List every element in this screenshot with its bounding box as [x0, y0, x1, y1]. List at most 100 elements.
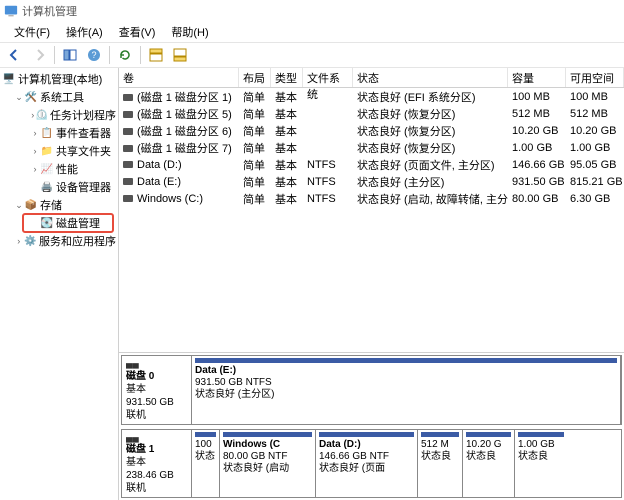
- disk-small-icon: [123, 178, 133, 185]
- tree-perf[interactable]: ›📈性能: [0, 160, 118, 178]
- volume-row[interactable]: (磁盘 1 磁盘分区 6)简单基本状态良好 (恢复分区)10.20 GB10.2…: [119, 122, 624, 139]
- disk-small-icon: [123, 128, 133, 135]
- part-size: 931.50 GB NTFS: [195, 377, 272, 388]
- content-pane: 卷 布局 类型 文件系统 状态 容量 可用空间 (磁盘 1 磁盘分区 1)简单基…: [119, 68, 624, 500]
- disk-1-part-4[interactable]: 10.20 G状态良: [463, 430, 515, 498]
- disk-1-part-3[interactable]: 512 M状态良: [418, 430, 463, 498]
- view-bottom-button[interactable]: [169, 44, 191, 66]
- disk-1-size: 238.46 GB: [126, 470, 174, 481]
- disk-0-row[interactable]: ▄▄ 磁盘 0 基本 931.50 GB 联机 Data (E:) 931.50…: [121, 355, 622, 425]
- disk-0-type: 基本: [126, 384, 146, 395]
- disk-0-status: 联机: [126, 410, 146, 421]
- expand-icon[interactable]: ›: [30, 128, 40, 138]
- disk-small-icon: [123, 195, 133, 202]
- disk-icon: ▄▄: [126, 432, 187, 444]
- volume-row[interactable]: Data (D:)简单基本NTFS状态良好 (页面文件, 主分区)146.66 …: [119, 156, 624, 173]
- svg-text:?: ?: [91, 50, 96, 60]
- col-capacity[interactable]: 容量: [508, 68, 566, 87]
- col-status[interactable]: 状态: [353, 68, 508, 87]
- part-size: 1.00 GB: [518, 439, 555, 450]
- disk-icon: 💽: [40, 216, 54, 230]
- expand-icon[interactable]: ›: [14, 236, 24, 246]
- help-button[interactable]: ?: [83, 44, 105, 66]
- show-hide-tree-button[interactable]: [59, 44, 81, 66]
- tree-systools-label: 系统工具: [40, 89, 84, 105]
- menu-action[interactable]: 操作(A): [58, 22, 111, 42]
- volume-list: 卷 布局 类型 文件系统 状态 容量 可用空间 (磁盘 1 磁盘分区 1)简单基…: [119, 68, 624, 353]
- tree-root[interactable]: 🖥️计算机管理(本地): [0, 70, 118, 88]
- tree-perf-label: 性能: [56, 161, 78, 177]
- col-type[interactable]: 类型: [271, 68, 303, 87]
- expand-icon[interactable]: ⌄: [14, 92, 24, 103]
- disk-small-icon: [123, 145, 133, 152]
- expand-icon[interactable]: ⌄: [14, 200, 24, 211]
- part-status: 状态良: [466, 451, 496, 462]
- disk-icon: ▄▄: [126, 358, 187, 370]
- tree-eventviewer[interactable]: ›📋事件查看器: [0, 124, 118, 142]
- volume-row[interactable]: (磁盘 1 磁盘分区 7)简单基本状态良好 (恢复分区)1.00 GB1.00 …: [119, 139, 624, 156]
- disk-0-name: 磁盘 0: [126, 371, 154, 382]
- menu-view[interactable]: 查看(V): [111, 22, 164, 42]
- volume-row[interactable]: (磁盘 1 磁盘分区 1)简单基本状态良好 (EFI 系统分区)100 MB10…: [119, 88, 624, 105]
- part-status: 状态: [195, 451, 215, 462]
- window-title: 计算机管理: [22, 3, 77, 19]
- tree-services[interactable]: ›⚙️服务和应用程序: [0, 232, 118, 250]
- tree-scheduler[interactable]: ›⏲️任务计划程序: [0, 106, 118, 124]
- tree-scheduler-label: 任务计划程序: [50, 107, 116, 123]
- menu-help[interactable]: 帮助(H): [163, 22, 216, 42]
- refresh-button[interactable]: [114, 44, 136, 66]
- expand-icon[interactable]: ›: [30, 164, 40, 174]
- titlebar: 计算机管理: [0, 0, 624, 22]
- part-size: 80.00 GB NTF: [223, 451, 287, 462]
- volume-header: 卷 布局 类型 文件系统 状态 容量 可用空间: [119, 68, 624, 88]
- disk-1-part-1[interactable]: Windows (C80.00 GB NTF状态良好 (启动: [220, 430, 316, 498]
- tree-storage[interactable]: ⌄📦存储: [0, 196, 118, 214]
- part-size: 100: [195, 439, 212, 450]
- disk-small-icon: [123, 111, 133, 118]
- menu-file[interactable]: 文件(F): [6, 22, 58, 42]
- col-filesystem[interactable]: 文件系统: [303, 68, 353, 87]
- part-status: 状态良好 (主分区): [195, 389, 274, 400]
- part-status: 状态良好 (启动: [223, 463, 289, 474]
- tree-shared[interactable]: ›📁共享文件夹: [0, 142, 118, 160]
- disk-0-size: 931.50 GB: [126, 397, 174, 408]
- part-size: 512 M: [421, 439, 449, 450]
- part-status: 状态良好 (页面: [319, 463, 385, 474]
- part-size: 146.66 GB NTF: [319, 451, 389, 462]
- disk-1-part-5[interactable]: 1.00 GB状态良: [515, 430, 567, 498]
- disk-1-status: 联机: [126, 483, 146, 494]
- tree-diskmgmt[interactable]: 💽磁盘管理: [0, 214, 118, 232]
- tree-storage-label: 存储: [40, 197, 62, 213]
- back-button[interactable]: [4, 44, 26, 66]
- expand-icon[interactable]: ›: [30, 146, 40, 156]
- col-volume[interactable]: 卷: [119, 68, 239, 87]
- disk-1-row[interactable]: ▄▄ 磁盘 1 基本 238.46 GB 联机 100状态 Windows (C…: [121, 429, 622, 499]
- disk-1-part-0[interactable]: 100状态: [192, 430, 220, 498]
- part-title: Data (D:): [319, 439, 361, 450]
- col-layout[interactable]: 布局: [239, 68, 271, 87]
- disk-map: ▄▄ 磁盘 0 基本 931.50 GB 联机 Data (E:) 931.50…: [119, 353, 624, 500]
- toolbar: ?: [0, 42, 624, 68]
- disk-small-icon: [123, 94, 133, 101]
- tree-diskmgmt-label: 磁盘管理: [56, 215, 100, 231]
- disk-0-part-0[interactable]: Data (E:) 931.50 GB NTFS 状态良好 (主分区): [192, 356, 621, 424]
- view-top-button[interactable]: [145, 44, 167, 66]
- volume-row[interactable]: (磁盘 1 磁盘分区 5)简单基本状态良好 (恢复分区)512 MB512 MB: [119, 105, 624, 122]
- tree-devmgr[interactable]: 🖨️设备管理器: [0, 178, 118, 196]
- disk-1-label: ▄▄ 磁盘 1 基本 238.46 GB 联机: [122, 430, 192, 498]
- col-free[interactable]: 可用空间: [566, 68, 624, 87]
- services-icon: ⚙️: [24, 234, 37, 248]
- tree-root-label: 计算机管理(本地): [18, 71, 102, 87]
- part-size: 10.20 G: [466, 439, 502, 450]
- volume-row[interactable]: Data (E:)简单基本NTFS状态良好 (主分区)931.50 GB815.…: [119, 173, 624, 190]
- tree-eventviewer-label: 事件查看器: [56, 125, 111, 141]
- main-area: 🖥️计算机管理(本地) ⌄🛠️系统工具 ›⏲️任务计划程序 ›📋事件查看器 ›📁…: [0, 68, 624, 500]
- tools-icon: 🛠️: [24, 90, 38, 104]
- computer-icon: 🖥️: [2, 72, 16, 86]
- tree-systools[interactable]: ⌄🛠️系统工具: [0, 88, 118, 106]
- disk-1-part-2[interactable]: Data (D:)146.66 GB NTF状态良好 (页面: [316, 430, 418, 498]
- forward-button[interactable]: [28, 44, 50, 66]
- volume-row[interactable]: Windows (C:)简单基本NTFS状态良好 (启动, 故障转储, 主分区)…: [119, 190, 624, 207]
- disk-0-label: ▄▄ 磁盘 0 基本 931.50 GB 联机: [122, 356, 192, 424]
- menubar: 文件(F) 操作(A) 查看(V) 帮助(H): [0, 22, 624, 42]
